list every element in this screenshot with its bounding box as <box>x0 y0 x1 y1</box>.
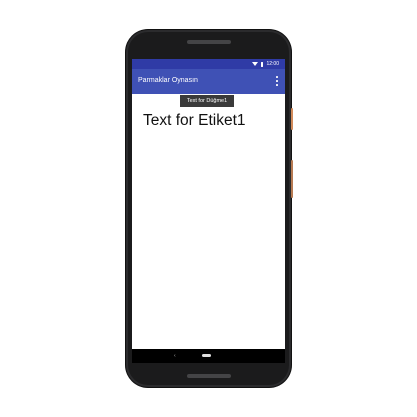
app-title: Parmaklar Oynasın <box>138 77 198 84</box>
etiket1-label: Text for Etiket1 <box>143 112 246 129</box>
status-bar: 12:00 <box>132 59 285 69</box>
power-button[interactable] <box>291 108 293 130</box>
top-speaker-grille <box>187 40 231 44</box>
menu-dot <box>276 80 278 82</box>
wifi-icon <box>252 62 259 66</box>
back-icon[interactable]: ‹ <box>174 353 176 359</box>
status-clock: 12:00 <box>266 61 279 67</box>
battery-icon <box>261 61 264 67</box>
home-pill-icon[interactable] <box>202 354 211 357</box>
menu-dot <box>276 84 278 86</box>
status-icons: 12:00 <box>252 59 279 69</box>
volume-button[interactable] <box>291 160 293 198</box>
dugme1-button[interactable]: Text for Düğme1 <box>180 95 234 107</box>
app-bar: Parmaklar Oynasın <box>132 69 285 94</box>
overflow-menu-icon[interactable] <box>275 76 279 86</box>
stage: 12:00 Parmaklar Oynasın Text for Düğme1 … <box>0 0 417 417</box>
navigation-bar: ‹ <box>132 349 285 363</box>
menu-dot <box>276 76 278 78</box>
phone-screen: 12:00 Parmaklar Oynasın Text for Düğme1 … <box>132 59 285 363</box>
bottom-speaker-grille <box>187 374 231 378</box>
